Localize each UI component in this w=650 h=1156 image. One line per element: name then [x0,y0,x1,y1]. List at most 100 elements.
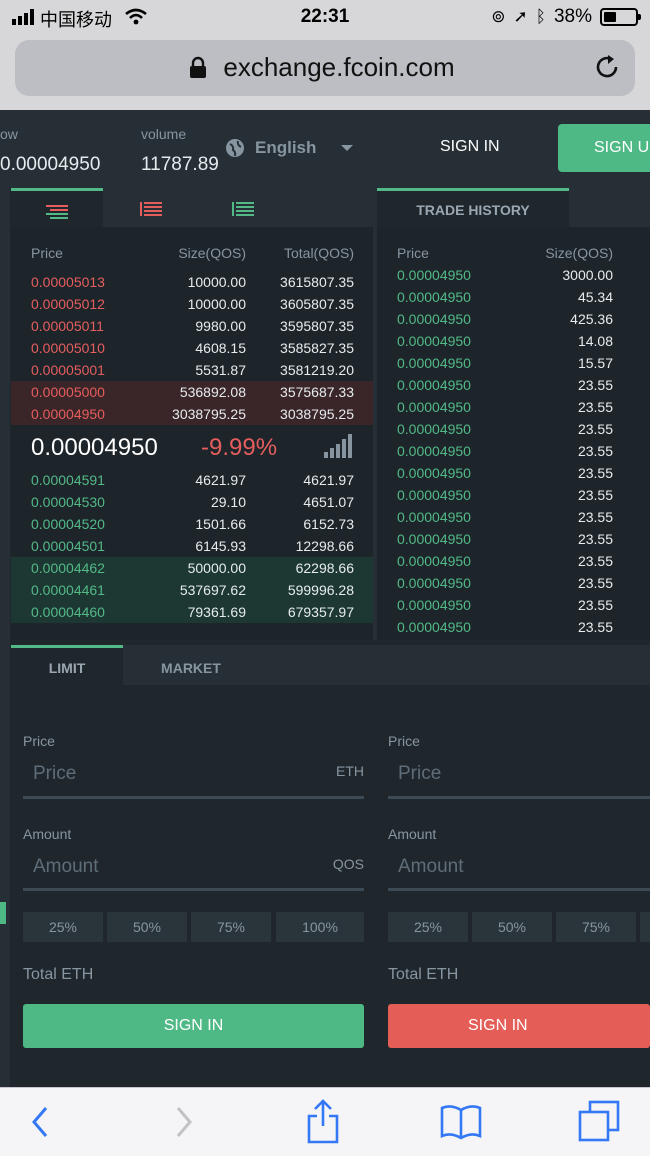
ask-row[interactable]: 0.00004950 3038795.25 3038795.25 [11,403,373,425]
bid-price: 0.00004461 [31,582,105,598]
tab-orderbook-both[interactable] [11,188,103,227]
orderbook-tabs [11,188,373,227]
buy-pct-75[interactable]: 75% [191,912,271,942]
ask-total: 3038795.25 [280,406,354,422]
ask-row[interactable]: 0.00005013 10000.00 3615807.35 [11,271,373,293]
sell-price-input[interactable]: Price [388,755,650,799]
left-edge-strip [0,188,10,1088]
trade-price: 0.00004950 [397,465,471,481]
bid-row[interactable]: 0.00004591 4621.97 4621.97 [11,469,373,491]
battery-icon [600,8,641,26]
buy-pct-100[interactable]: 100% [276,912,364,942]
bid-total: 12298.66 [295,538,354,554]
trade-row: 0.00004950 23.55 [377,396,650,418]
ask-price: 0.00004950 [31,406,105,422]
buy-total-label: Total ETH [23,966,94,983]
ask-row[interactable]: 0.00005001 5531.87 3581219.20 [11,359,373,381]
chevron-left-icon[interactable] [30,1106,50,1138]
sell-price-placeholder: Price [398,763,442,784]
buy-amount-unit: QOS [332,856,364,872]
volume-label: volume [141,126,187,142]
trade-size: 23.55 [577,465,613,481]
buy-price-input[interactable]: Price ETH [23,755,364,799]
battery-percent: 38% [553,6,592,27]
trade-row: 0.00004950 3000.00 [377,264,650,286]
bid-size: 4621.97 [195,472,246,488]
trade-price: 0.00004950 [397,443,471,459]
bid-row[interactable]: 0.00004520 1501.66 6152.73 [11,513,373,535]
bid-price: 0.00004501 [31,538,105,554]
orderbook-asks-icon [140,202,162,216]
tab-limit[interactable]: LIMIT [11,645,123,685]
ask-price: 0.00005011 [31,318,104,334]
col-total: Total(QOS) [283,245,354,261]
trade-size: 23.55 [577,575,613,591]
signal-bars-icon [324,434,352,458]
sell-amount-label: Amount [388,826,437,842]
trade-price: 0.00004950 [397,531,471,547]
ask-price: 0.00005013 [31,274,105,290]
bid-total: 4621.97 [303,472,354,488]
buy-pct-50[interactable]: 50% [107,912,187,942]
sell-pct-75[interactable]: 75% [556,912,636,942]
bid-price: 0.00004530 [31,494,105,510]
buy-signin-button[interactable]: SIGN IN [23,1004,364,1048]
bid-price: 0.00004462 [31,560,105,576]
sell-pct-25[interactable]: 25% [388,912,468,942]
ask-row[interactable]: 0.00005012 10000.00 3605807.35 [11,293,373,315]
sell-pct-50[interactable]: 50% [472,912,552,942]
buy-pct-25[interactable]: 25% [23,912,103,942]
share-icon[interactable] [306,1098,340,1144]
ask-row[interactable]: 0.00005000 536892.08 3575687.33 [11,381,373,403]
reload-icon[interactable] [595,54,621,82]
sell-signin-button[interactable]: SIGN IN [388,1004,650,1048]
tab-orderbook-asks[interactable] [103,188,195,227]
sell-amount-input[interactable]: Amount [388,847,650,891]
book-icon[interactable] [439,1104,483,1140]
language-selector[interactable]: English [225,138,354,158]
sell-pct-100-partial[interactable] [640,912,650,942]
trade-row: 0.00004950 23.55 [377,616,650,638]
language-label: English [255,138,317,157]
trade-price: 0.00004950 [397,377,471,393]
trade-size: 23.55 [577,553,613,569]
tab-trade-history[interactable]: TRADE HISTORY [377,188,569,227]
tab-orderbook-bids[interactable] [195,188,287,227]
trade-history-panel: TRADE HISTORY Price Size(QOS) 0.00004950… [377,188,650,640]
bid-price: 0.00004460 [31,604,105,620]
trade-price: 0.00004950 [397,267,471,283]
bid-row[interactable]: 0.00004501 6145.93 12298.66 [11,535,373,557]
low-label: ow [0,126,18,142]
sell-amount-placeholder: Amount [398,856,464,877]
trade-price: 0.00004950 [397,575,471,591]
ask-row[interactable]: 0.00005011 9980.00 3595807.35 [11,315,373,337]
ask-size: 10000.00 [187,274,246,290]
bid-size: 537697.62 [179,582,246,598]
header-signin-button[interactable]: SIGN IN [440,138,500,156]
trade-size: 23.55 [577,597,613,613]
bid-row[interactable]: 0.00004462 50000.00 62298.66 [11,557,373,579]
buy-amount-input[interactable]: Amount QOS [23,847,364,891]
trade-size: 23.55 [577,487,613,503]
ask-size: 9980.00 [195,318,246,334]
sell-price-label: Price [388,733,420,749]
tabs-icon[interactable] [578,1100,620,1142]
bid-row[interactable]: 0.00004530 29.10 4651.07 [11,491,373,513]
address-bar[interactable]: exchange.fcoin.com [15,40,635,96]
tab-market[interactable]: MARKET [123,645,259,685]
trade-row: 0.00004950 23.55 [377,506,650,528]
orderbook-header-row: Price Size(QOS) Total(QOS) [11,242,373,264]
trade-row: 0.00004950 23.55 [377,572,650,594]
bid-row[interactable]: 0.00004460 79361.69 679357.97 [11,601,373,623]
ask-size: 4608.15 [195,340,246,356]
col-size: Size(QOS) [178,245,246,261]
trade-price: 0.00004950 [397,487,471,503]
bid-size: 1501.66 [195,516,246,532]
ask-row[interactable]: 0.00005010 4608.15 3585827.35 [11,337,373,359]
bid-total: 679357.97 [287,604,354,620]
bid-row[interactable]: 0.00004461 537697.62 599996.28 [11,579,373,601]
status-right: ⊚ ➚ ᛒ 38% [491,6,641,28]
chevron-right-icon[interactable] [174,1106,194,1138]
header-signup-button[interactable]: SIGN UP [558,124,650,172]
last-price: 0.00004950 [31,434,158,461]
